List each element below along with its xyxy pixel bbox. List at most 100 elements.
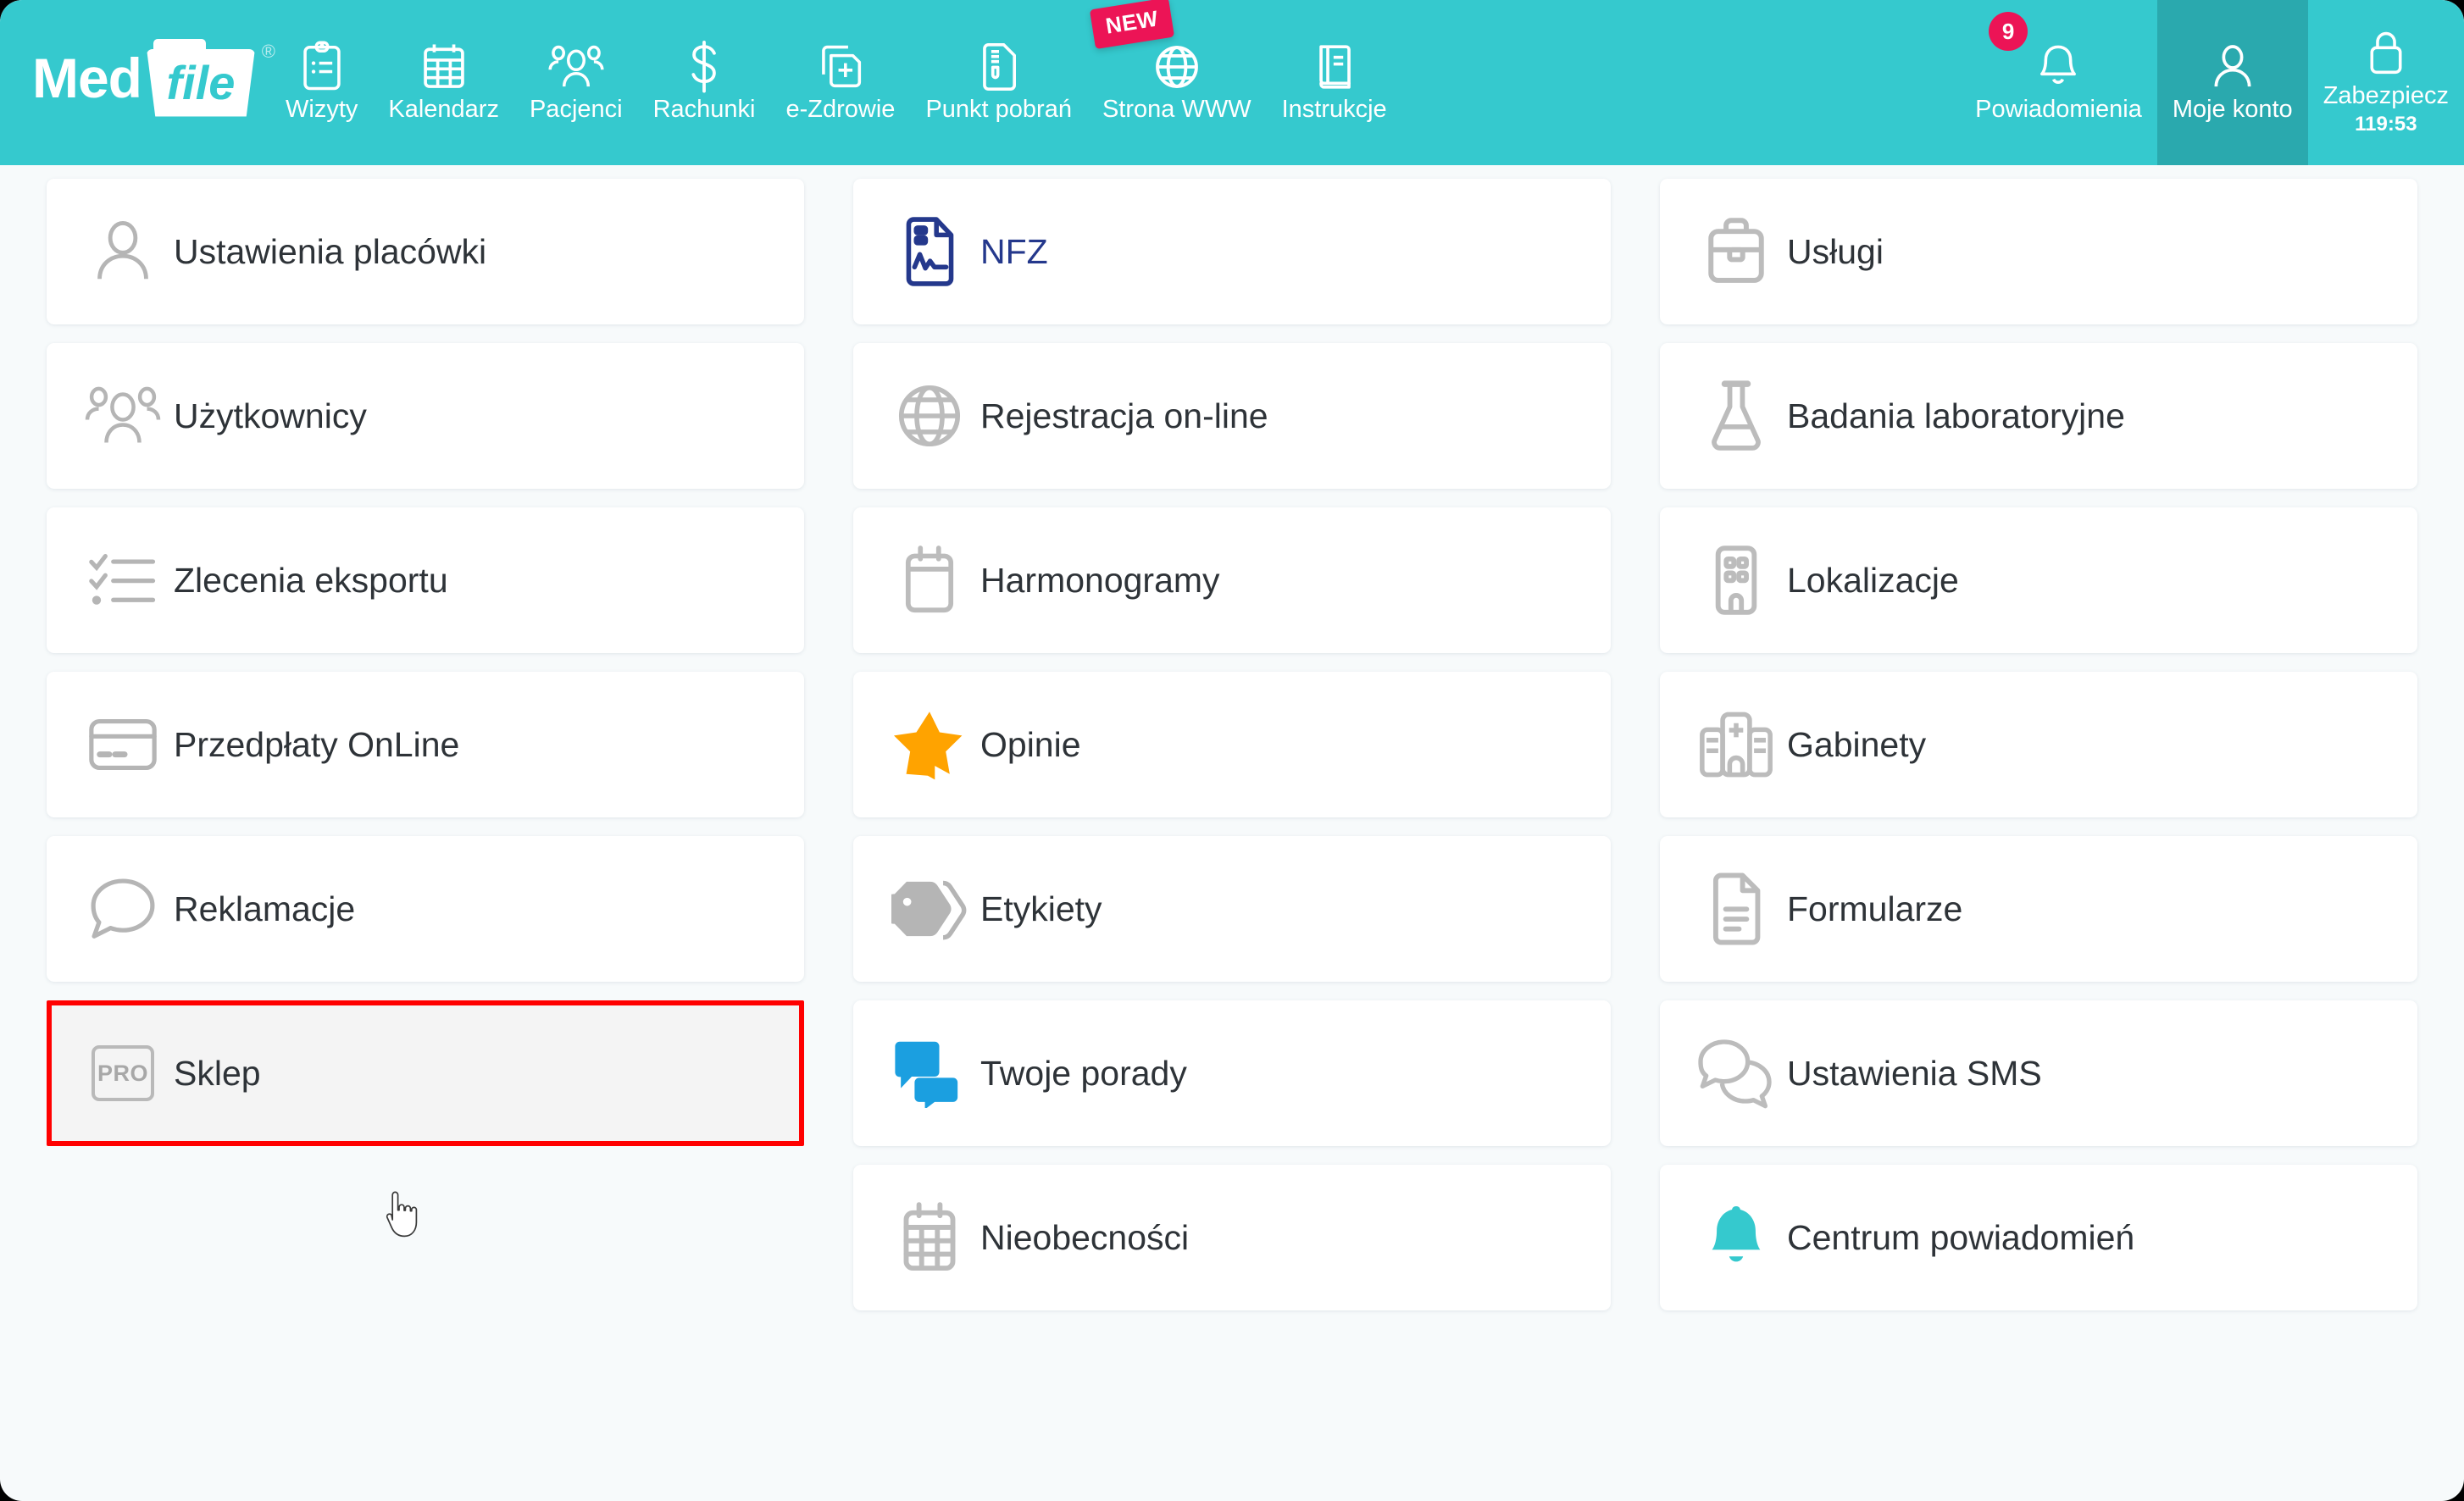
building-icon xyxy=(1697,541,1775,619)
brand-name-med: Med xyxy=(32,46,142,109)
card-nfz[interactable]: NFZ xyxy=(853,179,1611,324)
card-label: Lokalizacje xyxy=(1787,560,1959,600)
card-harmonogramy[interactable]: Harmonogramy xyxy=(853,507,1611,653)
nav-item-wizyty[interactable]: Wizyty xyxy=(270,0,373,165)
book-icon xyxy=(1313,41,1356,93)
session-timer: 119:53 xyxy=(2355,112,2417,136)
people-group-icon xyxy=(84,377,162,455)
nav-label: Wizyty xyxy=(286,95,358,123)
card-label: Etykiety xyxy=(980,889,1102,928)
card-etykiety[interactable]: Etykiety xyxy=(853,836,1611,982)
card-lokalizacje[interactable]: Lokalizacje xyxy=(1660,507,2417,653)
card-opinie[interactable]: Opinie xyxy=(853,672,1611,817)
card-label: Użytkownicy xyxy=(174,396,367,435)
checklist-icon xyxy=(84,541,162,619)
card-label: NFZ xyxy=(980,231,1048,271)
card-zlecenia-eksportu[interactable]: Zlecenia eksportu xyxy=(47,507,804,653)
card-label: Centrum powiadomień xyxy=(1787,1217,2135,1257)
nav-item-rachunki[interactable]: Rachunki xyxy=(638,0,771,165)
two-bubbles-icon xyxy=(1697,1034,1775,1112)
nav-label: Zabezpiecz xyxy=(2322,82,2449,110)
card-label: Gabinety xyxy=(1787,724,1927,764)
star-filled-icon xyxy=(891,706,968,784)
hospital-icon xyxy=(1697,706,1775,784)
nfz-document-icon xyxy=(891,213,968,291)
calendar-grid-icon xyxy=(420,41,468,93)
card-reklamacje[interactable]: Reklamacje xyxy=(47,836,804,982)
nav-label: Kalendarz xyxy=(388,95,499,123)
credit-card-icon xyxy=(84,706,162,784)
grid-column-2: NFZ Rejestracja on-line Harmonogramy Opi… xyxy=(853,179,1611,1501)
card-uzytkownicy[interactable]: Użytkownicy xyxy=(47,343,804,489)
card-centrum-powiadomien[interactable]: Centrum powiadomień xyxy=(1660,1165,2417,1310)
card-sklep[interactable]: PRO Sklep xyxy=(47,1000,804,1146)
brand-name-file: file xyxy=(166,55,236,109)
card-label: Harmonogramy xyxy=(980,560,1220,600)
nav-label: Instrukcje xyxy=(1281,95,1387,123)
card-ustawienia-placowki[interactable]: Ustawienia placówki xyxy=(47,179,804,324)
nav-label: Strona WWW xyxy=(1102,95,1251,123)
card-label: Twoje porady xyxy=(980,1053,1187,1093)
top-navigation-bar: Med file ® Wizyty Kalendarz Pacjenci Rac… xyxy=(0,0,2464,165)
people-group-icon xyxy=(548,41,604,93)
card-ustawienia-sms[interactable]: Ustawienia SMS xyxy=(1660,1000,2417,1146)
grid-column-1: Ustawienia placówki Użytkownicy Zlecenia… xyxy=(47,179,804,1501)
pro-badge-text: PRO xyxy=(92,1045,154,1101)
nav-label: Rachunki xyxy=(652,95,756,123)
card-formularze[interactable]: Formularze xyxy=(1660,836,2417,982)
nav-item-kalendarz[interactable]: Kalendarz xyxy=(373,0,514,165)
nav-item-zabezpiecz[interactable]: Zabezpiecz 119:53 xyxy=(2308,0,2464,165)
clipboard-list-icon xyxy=(299,40,345,93)
globe-icon xyxy=(891,377,968,455)
card-label: Nieobecności xyxy=(980,1217,1190,1257)
globe-icon xyxy=(1152,41,1201,93)
nav-item-powiadomienia[interactable]: 9 Powiadomienia xyxy=(1960,0,2157,165)
card-label: Reklamacje xyxy=(174,889,356,928)
calendar-plain-icon xyxy=(891,541,968,619)
calendar-grid-icon xyxy=(891,1199,968,1277)
speech-bubble-icon xyxy=(84,870,162,948)
card-label: Rejestracja on-line xyxy=(980,396,1268,435)
nav-items-list: Wizyty Kalendarz Pacjenci Rachunki e-Zdr… xyxy=(270,0,2464,165)
card-label: Opinie xyxy=(980,724,1081,764)
card-label: Badania laboratoryjne xyxy=(1787,396,2125,435)
nav-item-instrukcje[interactable]: Instrukcje xyxy=(1267,0,1402,165)
nav-item-strona-www[interactable]: NEW Strona WWW xyxy=(1087,0,1267,165)
document-tube-icon xyxy=(978,41,1020,93)
bell-filled-icon xyxy=(1697,1199,1775,1277)
nav-item-moje-konto[interactable]: Moje konto xyxy=(2156,0,2308,165)
grid-column-3: Usługi Badania laboratoryjne Lokalizacje… xyxy=(1660,179,2417,1501)
brand-logo[interactable]: Med file ® xyxy=(0,0,275,165)
nav-item-e-zdrowie[interactable]: e-Zdrowie xyxy=(771,0,911,165)
card-nieobecnosci[interactable]: Nieobecności xyxy=(853,1165,1611,1310)
settings-card-grid: Ustawienia placówki Użytkownicy Zlecenia… xyxy=(0,165,2464,1501)
pro-badge-icon: PRO xyxy=(84,1034,162,1112)
nav-label: Moje konto xyxy=(2172,95,2293,123)
card-uslugi[interactable]: Usługi xyxy=(1660,179,2417,324)
card-przedplaty-online[interactable]: Przedpłaty OnLine xyxy=(47,672,804,817)
card-rejestracja-online[interactable]: Rejestracja on-line xyxy=(853,343,1611,489)
lock-icon xyxy=(2365,27,2407,80)
card-gabinety[interactable]: Gabinety xyxy=(1660,672,2417,817)
nav-item-pacjenci[interactable]: Pacjenci xyxy=(514,0,638,165)
nav-item-punkt-pobran[interactable]: Punkt pobrań xyxy=(910,0,1087,165)
notification-count-badge: 9 xyxy=(1989,12,2028,51)
card-label: Ustawienia SMS xyxy=(1787,1053,2042,1093)
card-label: Zlecenia eksportu xyxy=(174,560,448,600)
person-icon xyxy=(2211,41,2255,93)
folder-icon: file xyxy=(147,38,255,117)
nav-label: Powiadomienia xyxy=(1975,95,2142,123)
card-label: Usługi xyxy=(1787,231,1884,271)
dollar-sign-icon xyxy=(685,40,723,93)
nav-label: e-Zdrowie xyxy=(785,95,896,123)
document-plus-icon xyxy=(816,41,865,93)
card-twoje-porady[interactable]: Twoje porady xyxy=(853,1000,1611,1146)
chat-bubbles-icon xyxy=(891,1034,968,1112)
document-lines-icon xyxy=(1697,870,1775,948)
card-label: Formularze xyxy=(1787,889,1963,928)
nav-label: Punkt pobrań xyxy=(925,95,1072,123)
card-label: Przedpłaty OnLine xyxy=(174,724,460,764)
card-badania-laboratoryjne[interactable]: Badania laboratoryjne xyxy=(1660,343,2417,489)
flask-icon xyxy=(1697,377,1775,455)
bell-icon xyxy=(2035,41,2081,93)
